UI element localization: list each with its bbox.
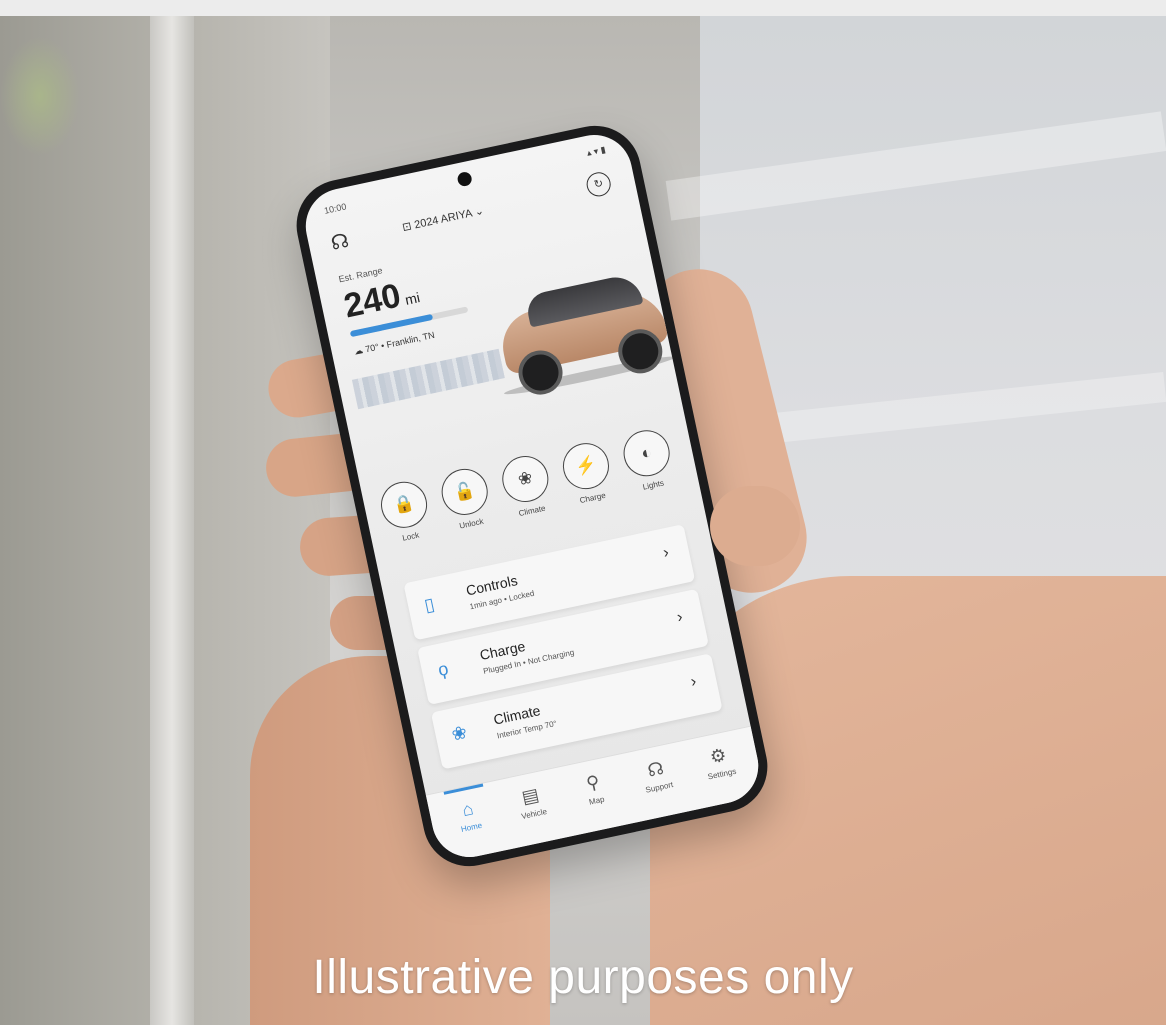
- range-unit: mi: [403, 289, 422, 308]
- action-charge-button[interactable]: ⚡ Charge: [553, 438, 622, 509]
- vehicle-image: [482, 254, 677, 399]
- action-label: Climate: [517, 503, 547, 519]
- action-unlock-button[interactable]: 🔓 Unlock: [432, 463, 501, 534]
- tab-home[interactable]: ⌂ Home: [436, 793, 502, 838]
- chevron-right-icon: ›: [661, 543, 671, 562]
- fan-icon: ❀: [449, 721, 469, 745]
- plug-icon: ϙ: [436, 658, 451, 681]
- headlight-icon: ◐: [619, 425, 674, 481]
- tab-vehicle[interactable]: ▤ Vehicle: [499, 780, 565, 825]
- chevron-right-icon: ›: [675, 608, 685, 627]
- vehicle-selector-label: 2024 ARIYA: [413, 207, 473, 232]
- chevron-down-icon: ⌄: [470, 204, 485, 220]
- headset-icon[interactable]: ☊: [329, 228, 352, 256]
- action-lock-button[interactable]: 🔒 Lock: [371, 476, 440, 547]
- signal-icon: ▴ ▾ ▮: [585, 144, 607, 158]
- tab-support[interactable]: ☊ Support: [624, 753, 690, 798]
- refresh-icon[interactable]: ↻: [584, 170, 613, 199]
- top-strip: [0, 0, 1166, 16]
- chevron-right-icon: ›: [689, 673, 698, 691]
- vehicle-selector[interactable]: ⊡ 2024 ARIYA ⌄: [401, 204, 485, 234]
- action-climate-button[interactable]: ❀ Climate: [492, 450, 561, 521]
- weather-text: 70° • Franklin, TN: [364, 329, 436, 355]
- lock-icon: 🔒: [376, 477, 432, 533]
- background-foliage: [0, 36, 80, 156]
- plug-icon: ⚡: [558, 438, 614, 494]
- action-lights-button[interactable]: ◐ Lights: [613, 425, 682, 496]
- city-skyline: [351, 348, 505, 410]
- remote-icon: ▯: [422, 593, 437, 616]
- action-label: Charge: [578, 490, 607, 506]
- range-value: 240: [340, 276, 405, 326]
- caption: Illustrative purposes only: [312, 951, 854, 1004]
- photo-scene: 10:00 ▴ ▾ ▮ ☊ ⊡ 2024 ARIYA ⌄ ↻ Est. Rang…: [0, 16, 1166, 1025]
- tab-settings[interactable]: ⚙ Settings: [687, 740, 753, 785]
- fan-icon: ❀: [498, 451, 553, 507]
- unlock-icon: 🔓: [437, 464, 492, 520]
- action-label: Lights: [641, 478, 665, 492]
- action-label: Lock: [401, 530, 420, 543]
- background-pillar: [150, 16, 194, 1025]
- right-finger: [710, 486, 800, 566]
- front-camera: [456, 170, 473, 188]
- tab-map[interactable]: ⚲ Map: [561, 767, 627, 812]
- status-time: 10:00: [323, 201, 348, 216]
- action-label: Unlock: [458, 516, 485, 531]
